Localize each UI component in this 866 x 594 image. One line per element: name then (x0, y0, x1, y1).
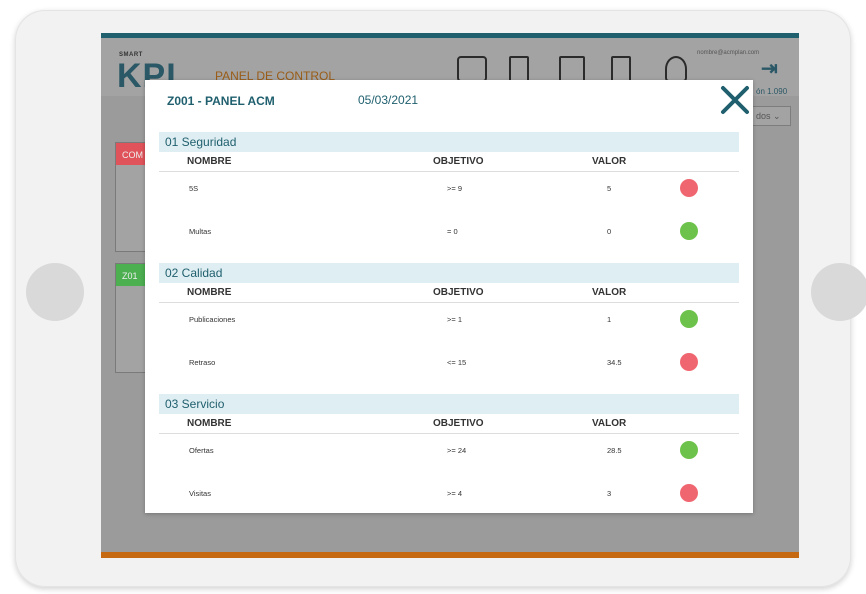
row-value: 0 (607, 227, 612, 236)
table-row[interactable]: Retraso <= 15 34.5 (159, 346, 739, 389)
column-value-header: VALOR (592, 287, 627, 298)
bottom-accent-bar (101, 552, 799, 558)
status-red-icon (680, 179, 698, 197)
row-name: Publicaciones (189, 315, 236, 324)
section-title: 02 Calidad (159, 263, 739, 283)
close-icon[interactable] (719, 82, 751, 118)
row-value: 1 (607, 315, 612, 324)
logout-icon[interactable]: ⇥ (761, 56, 778, 81)
column-headers: NOMBRE OBJETIVO VALOR (159, 152, 739, 172)
table-row[interactable]: Visitas >= 4 3 (159, 477, 739, 520)
user-email: nombre@acmplan.com (697, 50, 760, 56)
row-value: 34.5 (607, 358, 622, 367)
status-green-icon (680, 310, 698, 328)
section-calidad: 02 Calidad NOMBRE OBJETIVO VALOR Publica… (159, 263, 739, 389)
modal-date: 05/03/2021 (358, 93, 419, 107)
column-objective-header: OBJETIVO (433, 287, 484, 298)
filter-select[interactable]: dos ⌄ (749, 106, 791, 126)
tablet-right-button (811, 263, 866, 321)
column-name-header: NOMBRE (187, 156, 232, 167)
section-title: 03 Servicio (159, 394, 739, 414)
status-green-icon (680, 441, 698, 459)
row-objective: <= 15 (447, 358, 467, 367)
status-red-icon (680, 484, 698, 502)
status-red-icon (680, 353, 698, 371)
column-objective-header: OBJETIVO (433, 418, 484, 429)
row-objective: >= 24 (447, 446, 467, 455)
column-value-header: VALOR (592, 418, 627, 429)
row-value: 28.5 (607, 446, 622, 455)
kpi-detail-modal: Z001 - PANEL ACM 05/03/2021 01 Seguridad… (145, 80, 753, 513)
table-row[interactable]: Publicaciones >= 1 1 (159, 303, 739, 346)
row-name: 5S (189, 184, 199, 193)
table-row[interactable]: Ofertas >= 24 28.5 (159, 434, 739, 477)
row-name: Ofertas (189, 446, 214, 455)
row-name: Visitas (189, 489, 211, 498)
row-objective: >= 1 (447, 315, 463, 324)
table-row[interactable]: Multas = 0 0 (159, 215, 739, 258)
checklist-icon[interactable] (509, 56, 529, 82)
column-name-header: NOMBRE (187, 287, 232, 298)
user-avatar-icon[interactable] (665, 56, 687, 82)
section-seguridad: 01 Seguridad NOMBRE OBJETIVO VALOR 5S >=… (159, 132, 739, 258)
tablet-left-button (26, 263, 84, 321)
row-objective: >= 4 (447, 489, 463, 498)
modal-title: Z001 - PANEL ACM (167, 94, 275, 108)
row-value: 5 (607, 184, 612, 193)
row-objective: = 0 (447, 227, 458, 236)
calendar-icon[interactable] (457, 56, 487, 82)
row-objective: >= 9 (447, 184, 463, 193)
column-headers: NOMBRE OBJETIVO VALOR (159, 414, 739, 434)
list-icon[interactable] (611, 56, 631, 82)
chart-icon[interactable] (559, 56, 585, 82)
row-name: Retraso (189, 358, 216, 367)
status-green-icon (680, 222, 698, 240)
section-title: 01 Seguridad (159, 132, 739, 152)
filter-select-value: dos (756, 111, 771, 121)
version-label: ón 1.090 (756, 87, 788, 96)
table-row[interactable]: 5S >= 9 5 (159, 172, 739, 215)
column-name-header: NOMBRE (187, 418, 232, 429)
section-servicio: 03 Servicio NOMBRE OBJETIVO VALOR Oferta… (159, 394, 739, 520)
column-value-header: VALOR (592, 156, 627, 167)
row-name: Multas (189, 227, 212, 236)
row-value: 3 (607, 489, 612, 498)
column-headers: NOMBRE OBJETIVO VALOR (159, 283, 739, 303)
column-objective-header: OBJETIVO (433, 156, 484, 167)
